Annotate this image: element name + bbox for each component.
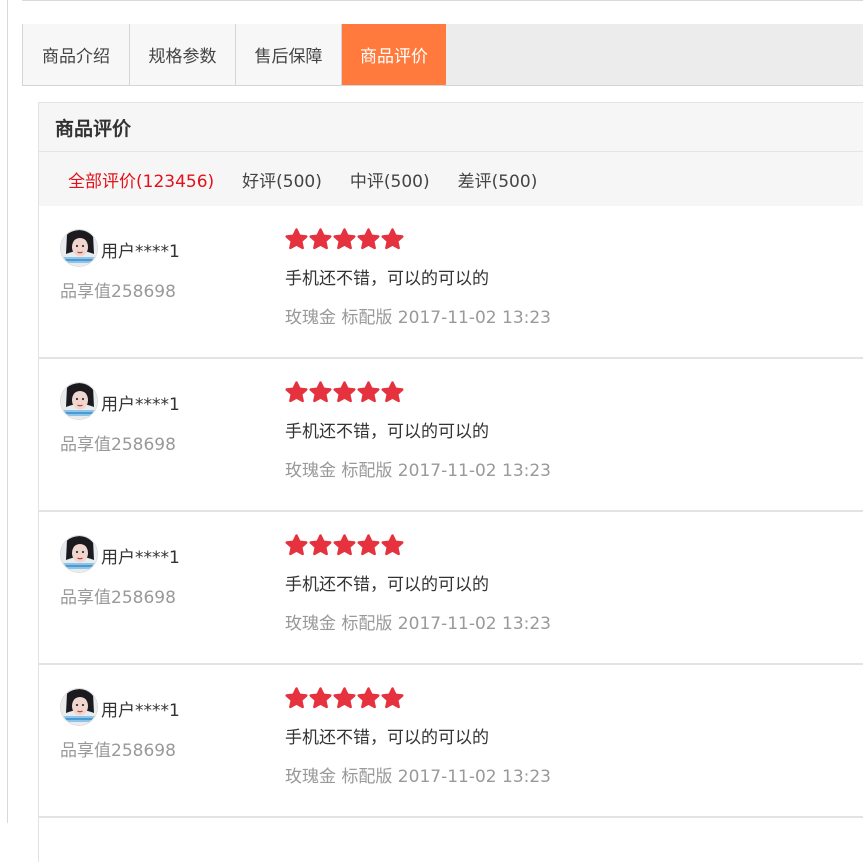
star-icon xyxy=(309,687,332,710)
review-item: 用户****1 品享值258698 手机还不错，可以的可以的玫瑰金 标配版 2017… xyxy=(39,206,863,359)
product-tabs: 商品介绍 规格参数 售后保障 商品评价 xyxy=(22,24,863,86)
star-icon xyxy=(333,228,356,251)
review-meta: 玫瑰金 标配版 2017-11-02 13:23 xyxy=(285,308,551,328)
star-icon xyxy=(309,228,332,251)
review-list: 用户****1 品享值258698 手机还不错，可以的可以的 玫瑰金 标配版 2017… xyxy=(39,206,863,818)
review-content: 手机还不错，可以的可以的 xyxy=(285,269,489,289)
star-icon xyxy=(333,381,356,404)
review-rating xyxy=(285,381,404,404)
reviews-panel: 商品评价 全部评价(123456) 好评(500) 中评(500) 差评(500… xyxy=(38,102,863,862)
review-user-points: 品享值258698 xyxy=(60,435,176,455)
star-icon xyxy=(381,228,404,251)
review-rating xyxy=(285,687,404,710)
star-icon xyxy=(357,687,380,710)
user-avatar xyxy=(60,535,98,573)
review-meta: 玫瑰金 标配版 2017-11-02 13:23 xyxy=(285,461,551,481)
review-username: 用户****1 xyxy=(101,701,180,721)
review-username: 用户****1 xyxy=(101,242,180,262)
filter-neutral-reviews[interactable]: 中评(500) xyxy=(350,167,430,192)
star-icon xyxy=(285,381,308,404)
review-content: 手机还不错，可以的可以的 xyxy=(285,422,489,442)
tab-reviews[interactable]: 商品评价 xyxy=(342,24,446,85)
filter-all-reviews[interactable]: 全部评价(123456) xyxy=(68,167,214,192)
user-avatar xyxy=(60,688,98,726)
review-item: 用户****1 品享值258698 手机还不错，可以的可以的玫瑰金 标配版 2017… xyxy=(39,359,863,512)
star-icon xyxy=(381,534,404,557)
star-icon xyxy=(333,687,356,710)
star-icon xyxy=(285,228,308,251)
review-content: 手机还不错，可以的可以的 xyxy=(285,575,489,595)
review-meta: 玫瑰金 标配版 2017-11-02 13:23 xyxy=(285,614,551,634)
tab-product-intro[interactable]: 商品介绍 xyxy=(23,24,130,85)
review-content: 手机还不错，可以的可以的 xyxy=(285,728,489,748)
star-icon xyxy=(357,534,380,557)
user-avatar xyxy=(60,229,98,267)
star-icon xyxy=(285,687,308,710)
review-user-points: 品享值258698 xyxy=(60,588,176,608)
tab-after-sales[interactable]: 售后保障 xyxy=(236,24,342,85)
reviews-title: 商品评价 xyxy=(39,102,863,152)
review-item: 用户****1 品享值258698 手机还不错，可以的可以的玫瑰金 标配版 2017… xyxy=(39,512,863,665)
star-icon xyxy=(381,687,404,710)
page-left-border xyxy=(7,0,8,823)
review-username: 用户****1 xyxy=(101,548,180,568)
filter-good-reviews[interactable]: 好评(500) xyxy=(242,167,322,192)
tab-specs[interactable]: 规格参数 xyxy=(130,24,236,85)
review-user-points: 品享值258698 xyxy=(60,741,176,761)
review-filter-bar: 全部评价(123456) 好评(500) 中评(500) 差评(500) xyxy=(39,152,863,206)
review-rating xyxy=(285,534,404,557)
filter-bad-reviews[interactable]: 差评(500) xyxy=(458,167,538,192)
star-icon xyxy=(357,228,380,251)
star-icon xyxy=(285,534,308,557)
star-icon xyxy=(381,381,404,404)
star-icon xyxy=(333,534,356,557)
top-container-border xyxy=(22,0,863,1)
review-user-points: 品享值258698 xyxy=(60,282,176,302)
star-icon xyxy=(309,381,332,404)
star-icon xyxy=(309,534,332,557)
review-meta: 玫瑰金 标配版 2017-11-02 13:23 xyxy=(285,767,551,787)
user-avatar xyxy=(60,382,98,420)
review-rating xyxy=(285,228,404,251)
review-username: 用户****1 xyxy=(101,395,180,415)
review-item: 用户****1 品享值258698 手机还不错，可以的可以的玫瑰金 标配版 2017… xyxy=(39,665,863,818)
star-icon xyxy=(357,381,380,404)
